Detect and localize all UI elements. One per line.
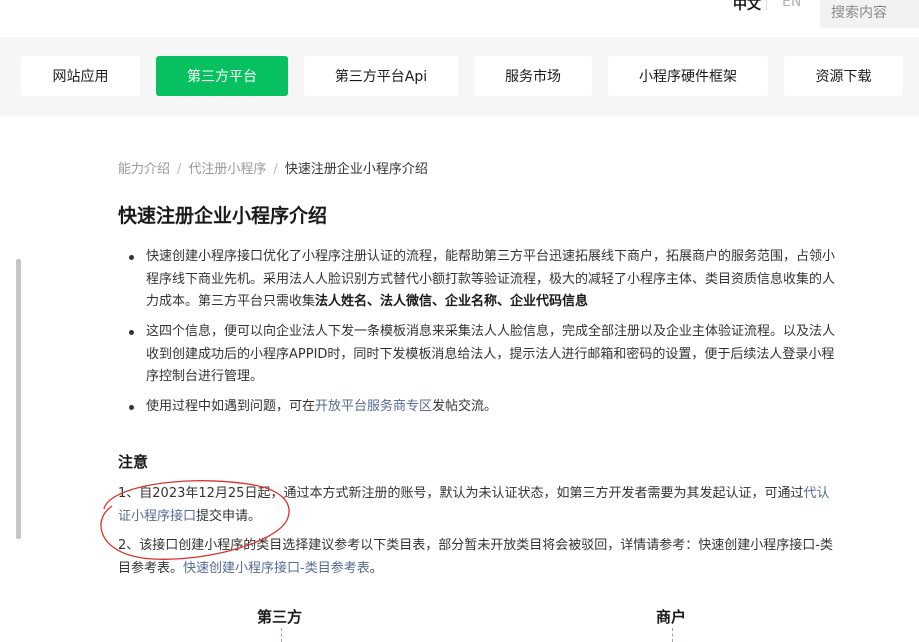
annotation-ellipse: [100, 480, 290, 560]
bullet-dot: [129, 405, 134, 410]
tab-third-party-platform[interactable]: 第三方平台: [156, 56, 288, 96]
note-heading: 注意: [118, 453, 149, 471]
sidebar-scrollbar[interactable]: [16, 259, 21, 539]
breadcrumb-item-capability[interactable]: 能力介绍: [118, 162, 170, 177]
list-item: 使用过程中如遇到问题，可在开放平台服务商专区发帖交流。: [118, 396, 838, 419]
tab-web-app[interactable]: 网站应用: [21, 56, 140, 96]
breadcrumb-separator: /: [273, 162, 278, 177]
search-box: [820, 0, 919, 28]
nav-tab-bar: 网站应用 第三方平台 第三方平台Api 服务市场 小程序硬件框架 资源下载: [0, 37, 919, 116]
list-item: 快速创建小程序接口优化了小程序注册认证的流程，能帮助第三方平台迅速拓展线下商户，…: [118, 246, 838, 314]
bullet-2-text: 这四个信息，便可以向企业法人下发一条模板消息来采集法人人脸信息，完成全部注册以及…: [146, 324, 836, 384]
language-divider: [766, 0, 767, 10]
bullet-dot: [129, 330, 134, 335]
diagram-merchant-label: 商户: [656, 608, 687, 626]
top-header: 中文 EN: [0, 0, 919, 37]
intro-list: 快速创建小程序接口优化了小程序注册认证的流程，能帮助第三方平台迅速拓展线下商户，…: [118, 246, 838, 426]
bullet-3-prefix: 使用过程中如遇到问题，可在: [146, 399, 316, 414]
tab-hardware-framework[interactable]: 小程序硬件框架: [608, 56, 768, 96]
list-item: 这四个信息，便可以向企业法人下发一条模板消息来采集法人人脸信息，完成全部注册以及…: [118, 321, 838, 389]
breadcrumb-separator: /: [177, 162, 182, 177]
breadcrumb-current: 快速注册企业小程序介绍: [284, 162, 428, 177]
bullet-1-bold-fields: 法人姓名、法人微信、企业名称、企业代码信息: [315, 294, 589, 309]
tab-resource-download[interactable]: 资源下载: [784, 56, 903, 96]
breadcrumb-item-proxy-register[interactable]: 代注册小程序: [188, 162, 266, 177]
search-input[interactable]: [820, 0, 919, 28]
note-2-suffix: 。: [369, 560, 383, 576]
language-chinese[interactable]: 中文: [733, 0, 761, 14]
service-provider-zone-link[interactable]: 开放平台服务商专区: [315, 399, 432, 414]
language-english[interactable]: EN: [782, 0, 801, 10]
tab-third-party-api[interactable]: 第三方平台Api: [304, 56, 458, 96]
bullet-3-suffix: 发帖交流。: [432, 399, 498, 414]
diagram-lifeline-third-party: [281, 628, 282, 642]
diagram-third-party-label: 第三方: [257, 608, 303, 626]
breadcrumb: 能力介绍 / 代注册小程序 / 快速注册企业小程序介绍: [118, 158, 428, 177]
diagram-lifeline-merchant: [672, 628, 673, 642]
page-title: 快速注册企业小程序介绍: [118, 205, 328, 227]
tab-service-market[interactable]: 服务市场: [474, 56, 592, 96]
bullet-dot: [129, 255, 134, 260]
